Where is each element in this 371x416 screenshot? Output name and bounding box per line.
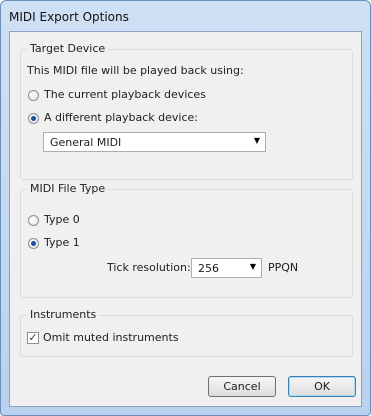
tick-resolution-value: 256 [198,262,219,275]
different-device-radio[interactable] [28,113,39,124]
dialog-window: MIDI Export Options Target Device This M… [0,0,371,416]
omit-muted-checkbox[interactable]: ✓ [27,332,39,344]
playback-device-select[interactable]: General MIDI ▼ [43,132,266,152]
playback-description: This MIDI file will be played back using… [27,64,244,77]
midi-file-type-legend: MIDI File Type [27,182,109,195]
instruments-legend: Instruments [27,308,100,321]
type1-radio[interactable] [28,238,39,249]
type0-radio[interactable] [28,215,39,226]
type1-label[interactable]: Type 1 [44,236,80,249]
checkmark-icon: ✓ [28,331,38,344]
tick-unit-label: PPQN [268,261,299,274]
tick-resolution-select[interactable]: 256 ▼ [191,258,262,278]
current-devices-radio[interactable] [28,90,39,101]
omit-muted-label[interactable]: Omit muted instruments [43,331,179,344]
current-devices-label[interactable]: The current playback devices [44,88,206,101]
chevron-down-icon: ▼ [249,262,256,271]
dialog-body: Target Device This MIDI file will be pla… [9,31,362,407]
instruments-group: Instruments ✓ Omit muted instruments [20,308,353,357]
tick-resolution-label: Tick resolution: [107,261,191,274]
ok-button[interactable]: OK [288,376,356,397]
chevron-down-icon: ▼ [253,136,260,145]
midi-file-type-group: MIDI File Type Type 0 Type 1 Tick resolu… [20,182,353,298]
cancel-button[interactable]: Cancel [208,376,276,397]
type0-label[interactable]: Type 0 [44,213,80,226]
different-device-label[interactable]: A different playback device: [44,111,198,124]
target-device-group: Target Device This MIDI file will be pla… [20,42,353,180]
window-title: MIDI Export Options [9,10,129,24]
playback-device-value: General MIDI [50,136,122,149]
target-device-legend: Target Device [27,42,109,55]
